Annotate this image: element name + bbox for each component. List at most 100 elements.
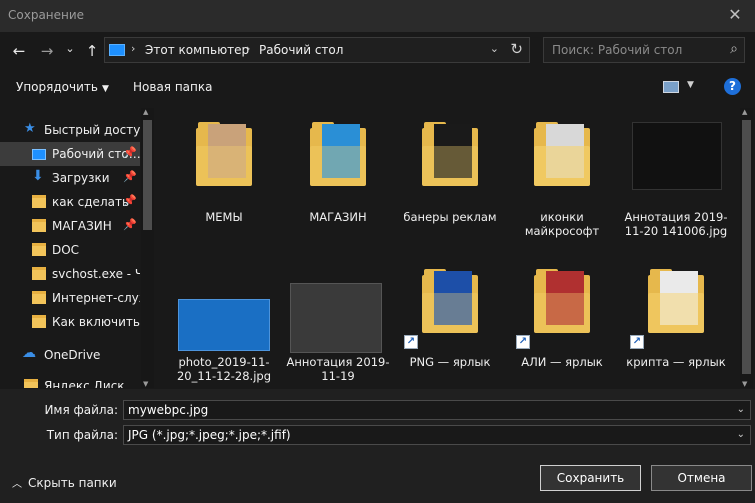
file-name: photo_2019-11-20_11-12-28.jpg — [176, 355, 272, 383]
organize-menu-button[interactable]: Упорядочить ▼ — [16, 80, 109, 94]
file-name: МЕМЫ — [205, 210, 243, 224]
file-item-image[interactable]: photo_2019-11-20_11-12-28.jpg — [172, 263, 276, 388]
sidebar-item-label: Быстрый доступ — [44, 123, 140, 137]
file-item-shortcut[interactable]: ↗ АЛИ — ярлык — [510, 263, 614, 388]
hide-folders-button[interactable]: ︿ Скрыть папки — [12, 475, 117, 490]
file-item-folder[interactable]: МАГАЗИН — [286, 118, 390, 258]
address-bar[interactable]: › Этот компьютер › Рабочий стол ⌄ ↻ — [104, 37, 530, 63]
back-arrow-icon[interactable]: ← — [9, 40, 29, 62]
pin-icon: 📌 — [123, 194, 137, 207]
file-name: PNG — ярлык — [409, 355, 491, 369]
shortcut-arrow-icon: ↗ — [404, 335, 418, 349]
scrollbar-thumb[interactable] — [143, 120, 152, 230]
sidebar-item-folder[interactable]: как сделать 📌 — [0, 190, 140, 214]
save-form: Имя файла: mywebpc.jpg ⌄ Тип файла: JPG … — [0, 389, 755, 503]
hide-folders-label: Скрыть папки — [28, 476, 117, 490]
chevron-down-icon[interactable]: ⌄ — [737, 404, 745, 415]
scroll-up-icon[interactable]: ▲ — [143, 108, 148, 116]
file-item-folder[interactable]: банеры реклам — [398, 118, 502, 258]
filename-input[interactable]: mywebpc.jpg ⌄ — [123, 400, 751, 420]
breadcrumb-this-pc[interactable]: Этот компьютер — [145, 43, 249, 57]
filetype-select[interactable]: JPG (*.jpg;*.jpeg;*.jpe;*.jfif) ⌄ — [123, 425, 751, 445]
image-thumbnail — [178, 299, 270, 351]
sidebar-item-quick-access[interactable]: ★ Быстрый доступ — [0, 118, 140, 142]
sidebar-item-desktop[interactable]: Рабочий сто… 📌 — [0, 142, 140, 166]
sidebar-item-label: OneDrive — [44, 348, 101, 362]
window-title: Сохранение — [8, 8, 85, 22]
sidebar-item-folder[interactable]: МАГАЗИН 📌 — [0, 214, 140, 238]
organize-label: Упорядочить — [16, 80, 98, 94]
folder-icon — [32, 291, 46, 304]
search-icon[interactable]: ⌕ — [730, 41, 738, 57]
file-name: Аннотация 2019-11-19 — [286, 355, 390, 383]
folder-icon — [534, 269, 590, 333]
address-history-chevron-icon[interactable]: ⌄ — [490, 42, 499, 55]
sidebar-item-label: МАГАЗИН — [52, 219, 112, 233]
sidebar-item-label: Загрузки — [52, 171, 110, 185]
sidebar-item-onedrive[interactable]: ☁ OneDrive — [0, 343, 140, 367]
chevron-down-icon[interactable]: ⌄ — [737, 429, 745, 440]
help-icon[interactable]: ? — [724, 78, 741, 95]
file-name: банеры реклам — [403, 210, 497, 224]
scrollbar-thumb[interactable] — [742, 120, 751, 374]
breadcrumb-separator-icon: › — [246, 42, 251, 55]
file-item-image[interactable]: Аннотация 2019-11-20 141006.jpg — [624, 118, 728, 258]
folder-icon — [32, 195, 46, 208]
image-thumbnail — [632, 122, 722, 190]
filename-label: Имя файла: — [44, 403, 118, 417]
refresh-icon[interactable]: ↻ — [510, 40, 523, 58]
sidebar-item-folder[interactable]: DOC — [0, 238, 140, 262]
file-item-shortcut[interactable]: ↗ PNG — ярлык — [398, 263, 502, 388]
search-input[interactable]: Поиск: Рабочий стол — [552, 43, 682, 57]
sidebar-scrollbar[interactable]: ▲ ▼ — [141, 108, 154, 388]
folder-icon — [648, 269, 704, 333]
folder-icon — [32, 315, 46, 328]
folder-icon — [422, 122, 478, 186]
sidebar-item-folder[interactable]: Интернет-служ — [0, 286, 140, 310]
new-folder-button[interactable]: Новая папка — [133, 80, 212, 94]
command-bar: Упорядочить ▼ Новая папка ▼ ? — [0, 70, 755, 106]
file-name: МАГАЗИН — [309, 210, 367, 224]
sidebar-item-downloads[interactable]: ⬇ Загрузки 📌 — [0, 166, 140, 190]
folder-icon — [24, 379, 38, 388]
folder-icon — [32, 243, 46, 256]
close-icon[interactable]: ✕ — [723, 4, 747, 28]
chevron-down-icon: ▼ — [101, 84, 109, 94]
breadcrumb-desktop[interactable]: Рабочий стол — [259, 43, 343, 57]
search-box[interactable]: Поиск: Рабочий стол ⌕ — [543, 37, 745, 63]
folder-icon — [32, 219, 46, 232]
download-icon: ⬇ — [32, 168, 44, 184]
file-name: Аннотация 2019-11-20 141006.jpg — [624, 210, 728, 238]
file-item-shortcut[interactable]: ↗ крипта — ярлык — [624, 263, 728, 388]
sidebar-item-label: как сделать — [52, 195, 130, 209]
view-options-chevron-icon[interactable]: ▼ — [687, 80, 694, 90]
recent-locations-icon[interactable]: ⌄ — [63, 38, 77, 60]
scroll-down-icon[interactable]: ▼ — [742, 380, 747, 388]
save-button[interactable]: Сохранить — [540, 465, 641, 491]
file-item-folder[interactable]: иконки майкрософт — [510, 118, 614, 258]
title-bar: Сохранение ✕ — [0, 0, 755, 32]
scroll-up-icon[interactable]: ▲ — [742, 108, 747, 116]
file-item-image[interactable]: Аннотация 2019-11-19 — [286, 263, 390, 388]
filename-value: mywebpc.jpg — [128, 403, 209, 417]
navigation-bar: ← → ⌄ ↑ › Этот компьютер › Рабочий стол … — [0, 32, 755, 70]
sidebar-item-yandex-disk[interactable]: Яндекс.Диск — [0, 374, 140, 388]
file-list-scrollbar[interactable]: ▲ ▼ — [740, 108, 753, 388]
view-mode-icon[interactable] — [663, 81, 679, 93]
sidebar-item-label: Как включить Ш — [52, 315, 140, 329]
sidebar-item-folder[interactable]: Как включить Ш — [0, 310, 140, 334]
computer-icon — [109, 44, 125, 56]
scroll-down-icon[interactable]: ▼ — [143, 380, 148, 388]
file-name: крипта — ярлык — [626, 355, 726, 369]
file-item-folder[interactable]: МЕМЫ — [172, 118, 276, 258]
cloud-icon: ☁ — [22, 345, 36, 361]
sidebar-item-folder[interactable]: svchost.exe - Чт — [0, 262, 140, 286]
pin-icon: 📌 — [123, 170, 137, 183]
shortcut-arrow-icon: ↗ — [630, 335, 644, 349]
pin-icon: 📌 — [123, 218, 137, 231]
cancel-button[interactable]: Отмена — [651, 465, 752, 491]
up-arrow-icon[interactable]: ↑ — [83, 40, 101, 62]
navigation-pane: ★ Быстрый доступ Рабочий сто… 📌 ⬇ Загруз… — [0, 108, 155, 388]
folder-icon — [32, 267, 46, 280]
forward-arrow-icon[interactable]: → — [37, 40, 57, 62]
